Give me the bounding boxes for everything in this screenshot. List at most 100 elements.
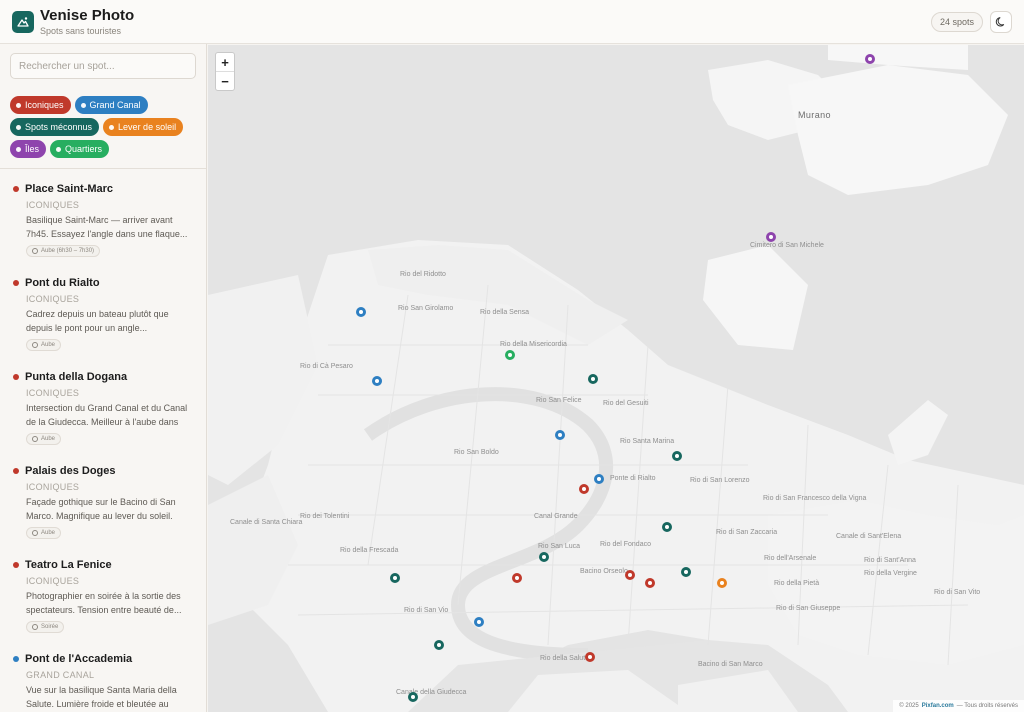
filter-chip[interactable]: Lever de soleil (103, 118, 184, 136)
map-label: Rio dei Tolentini (300, 513, 350, 520)
sidebar: Iconiques Grand Canal Spots méconnus Lev… (0, 44, 207, 712)
map-view[interactable]: + − Murano Cimitero di San Michele Rio d… (208, 45, 1024, 712)
attribution-suffix: — Tous droits réservés (956, 703, 1018, 709)
chip-label: Spots méconnus (25, 122, 93, 132)
map-label: Murano (798, 110, 831, 120)
map-marker-spot-meconnu-3[interactable] (662, 522, 672, 532)
chip-dot (16, 124, 21, 130)
map-marker-teatro-la-fenice[interactable] (512, 573, 522, 583)
clock-icon (32, 342, 38, 348)
map-marker-spot-meconnu-7[interactable] (434, 640, 444, 650)
map-label: Canale di Sant'Elena (836, 533, 902, 540)
time-tag: Aube (26, 433, 62, 445)
map-label: Canale della Giudecca (396, 689, 467, 696)
theme-toggle-button[interactable] (990, 10, 1012, 33)
map-label: Rio della Misericordia (500, 341, 567, 348)
map-label: Rio di San Lorenzo (690, 477, 750, 484)
spot-description: Photographier en soirée à la sortie des … (26, 591, 182, 615)
map-marker-isola-san-michele[interactable] (766, 232, 776, 242)
map-label: Rio di San Zaccaria (716, 529, 778, 536)
category-dot (13, 562, 19, 568)
time-tag-label: Aube (41, 530, 56, 536)
app-header: Venise Photo Spots sans touristes 24 spo… (0, 0, 1024, 44)
spot-description: Façade gothique sur le Bacino di San Mar… (26, 497, 176, 521)
spot-title: Teatro La Fenice (25, 559, 112, 571)
app-title: Venise Photo (40, 6, 135, 24)
map-label: Rio di Sant'Anna (864, 557, 916, 564)
clock-icon (32, 436, 38, 442)
zoom-out-button[interactable]: − (216, 72, 234, 91)
category-dot (13, 374, 19, 380)
map-marker-spot-meconnu-4[interactable] (539, 552, 549, 562)
zoom-in-button[interactable]: + (216, 53, 234, 72)
attribution-link[interactable]: Pixfan.com (922, 703, 954, 709)
map-label: Rio della Salute (540, 655, 590, 662)
map-marker-grand-canal-1[interactable] (356, 307, 366, 317)
time-tag: Aube (6h30 – 7h30) (26, 245, 101, 257)
map-marker-place-saint-marc[interactable] (625, 570, 635, 580)
map-marker-grand-canal-2[interactable] (372, 376, 382, 386)
time-tag-label: Soirée (41, 624, 59, 630)
time-tag-label: Aube (6h30 – 7h30) (41, 248, 95, 254)
map-marker-grand-canal-3[interactable] (555, 430, 565, 440)
filter-chip[interactable]: Quartiers (50, 140, 110, 158)
map-marker-palais-des-doges[interactable] (645, 578, 655, 588)
category-dot (13, 280, 19, 286)
filter-chip[interactable]: Spots méconnus (10, 118, 100, 136)
map-label: Rio di Cà Pesaro (300, 363, 353, 370)
chip-dot (16, 102, 21, 108)
spot-list-item[interactable]: Teatro La Fenice ICONIQUES Photographier… (0, 550, 206, 644)
filter-chip[interactable]: Grand Canal (74, 96, 148, 114)
map-label: Rio di San Giuseppe (776, 605, 841, 612)
map-marker-spot-meconnu-8[interactable] (408, 692, 418, 702)
map-label: Rio di San Vito (934, 589, 981, 596)
map-label: Canal Grande (534, 513, 578, 520)
spot-title: Pont du Rialto (25, 277, 100, 289)
chip-dot (109, 124, 115, 130)
map-marker-pont-rialto[interactable] (579, 484, 589, 494)
map-marker-lever-soleil-riva[interactable] (717, 578, 727, 588)
category-dot (13, 468, 19, 474)
map-label: Rio di San Vio (404, 607, 449, 614)
spot-list-item[interactable]: Punta della Dogana ICONIQUES Intersectio… (0, 362, 206, 456)
chip-dot (16, 146, 21, 152)
divider (0, 168, 206, 169)
map-label: Rio della Vergine (864, 570, 917, 577)
filter-chip[interactable]: Iconiques (10, 96, 71, 114)
map-marker-spot-meconnu-6[interactable] (390, 573, 400, 583)
map-marker-spot-meconnu-2[interactable] (672, 451, 682, 461)
spot-description: Cadrez depuis un bateau plutôt que depui… (26, 309, 169, 333)
map-label: Rio del Gesuiti (603, 400, 649, 407)
spot-list-item[interactable]: Pont de l'Accademia GRAND CANAL Vue sur … (0, 644, 206, 712)
spot-list-item[interactable]: Pont du Rialto ICONIQUES Cadrez depuis u… (0, 268, 206, 362)
time-tag: Aube (26, 527, 62, 539)
clock-icon (32, 530, 38, 536)
time-tag-label: Aube (41, 436, 56, 442)
spot-list-item[interactable]: Place Saint-Marc ICONIQUES Basilique Sai… (0, 174, 206, 268)
map-marker-spot-meconnu-1[interactable] (588, 374, 598, 384)
time-tag: Aube (26, 339, 62, 351)
map-marker-murano[interactable] (865, 54, 875, 64)
map-base (208, 45, 1024, 712)
moon-icon (995, 16, 1005, 26)
map-marker-quartier-cannaregio[interactable] (505, 350, 515, 360)
map-label: Rio San Felice (536, 397, 582, 404)
chip-dot (56, 146, 62, 152)
chip-label: Iconiques (25, 100, 64, 110)
map-marker-spot-meconnu-5[interactable] (681, 567, 691, 577)
chip-label: Grand Canal (89, 100, 141, 110)
clock-icon (32, 248, 38, 254)
filter-chip[interactable]: Îles (10, 140, 47, 158)
spot-list-item[interactable]: Palais des Doges ICONIQUES Façade gothiq… (0, 456, 206, 550)
map-label: Rio del Fondaco (600, 541, 651, 548)
spot-category: ICONIQUES (26, 200, 80, 210)
search-input[interactable] (10, 53, 196, 79)
spot-list: Place Saint-Marc ICONIQUES Basilique Sai… (0, 174, 206, 712)
chip-dot (80, 102, 86, 108)
map-marker-punta-della-dogana[interactable] (585, 652, 595, 662)
map-marker-grand-canal-4[interactable] (594, 474, 604, 484)
spot-description: Intersection du Grand Canal et du Canal … (26, 403, 188, 427)
spot-category: ICONIQUES (26, 576, 80, 586)
map-marker-pont-accademia[interactable] (474, 617, 484, 627)
map-label: Rio Santa Marina (620, 438, 675, 445)
